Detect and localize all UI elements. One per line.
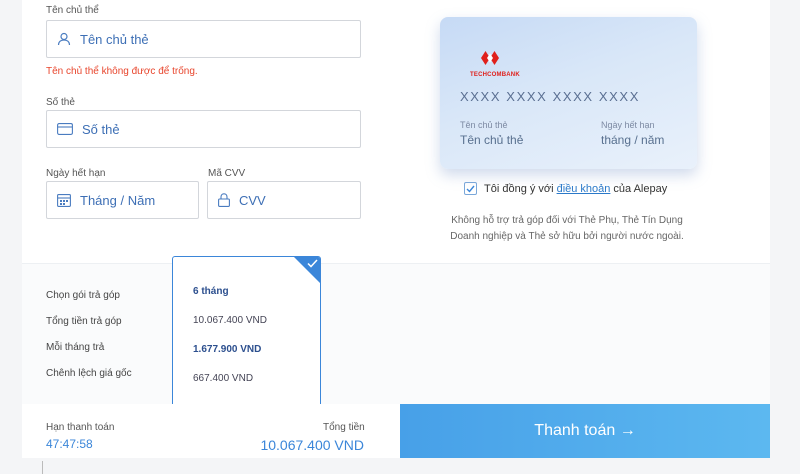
card-expiry-caption: Ngày hết hạn <box>601 120 655 130</box>
deadline-countdown: 47:47:58 <box>46 437 93 451</box>
card-number-placeholder: Số thẻ <box>82 121 120 137</box>
selected-check-icon <box>307 259 318 268</box>
card-expiry-value: tháng / năm <box>601 133 665 147</box>
bank-logo-icon <box>481 51 499 65</box>
bank-name: TECHCOMBANK <box>470 72 520 78</box>
cvv-placeholder: CVV <box>239 192 266 208</box>
installment-label-plan: Chọn gói trả góp <box>46 290 120 301</box>
expiry-input[interactable]: Tháng / Năm <box>46 181 199 219</box>
installment-section <box>22 264 770 404</box>
plan-difference: 667.400 VND <box>193 373 254 384</box>
cvv-input[interactable]: CVV <box>207 181 361 219</box>
installment-plan-6-months[interactable]: 6 tháng 10.067.400 VND 1.677.900 VND 667… <box>172 256 321 410</box>
lock-icon <box>218 193 230 207</box>
payment-panel: Tên chủ thể Tên chủ thẻ Tên chủ thể khôn… <box>22 0 770 458</box>
card-number-label: Số thẻ <box>46 97 75 108</box>
agreement-row: Tôi đồng ý với điều khoản của Alepay <box>464 182 667 195</box>
agreement-suffix: của Alepay <box>613 182 668 195</box>
card-number-display: XXXX XXXX XXXX XXXX <box>460 89 640 104</box>
card-holder-caption: Tên chủ thẻ <box>460 120 508 130</box>
calendar-icon <box>57 194 71 207</box>
user-icon <box>57 32 71 46</box>
card-holder-value: Tên chủ thẻ <box>460 133 524 147</box>
card-preview: TECHCOMBANK XXXX XXXX XXXX XXXX Tên chủ … <box>440 17 697 169</box>
holder-error: Tên chủ thể không được để trống. <box>46 66 198 77</box>
holder-placeholder: Tên chủ thẻ <box>80 31 149 47</box>
installment-label-difference: Chênh lệch giá gốc <box>46 368 132 379</box>
holder-label: Tên chủ thể <box>46 5 99 16</box>
terms-link[interactable]: điều khoản <box>557 183 611 195</box>
page-edge-marker <box>42 461 43 474</box>
expiry-placeholder: Tháng / Năm <box>80 192 156 208</box>
techcombank-logo: TECHCOMBANK <box>470 51 520 78</box>
expiry-label: Ngày hết hạn <box>46 168 106 179</box>
agreement-prefix: Tôi đồng ý với <box>484 182 554 195</box>
installment-label-monthly: Mỗi tháng trả <box>46 342 105 353</box>
agreement-checkbox[interactable] <box>464 182 477 195</box>
holder-input[interactable]: Tên chủ thẻ <box>46 20 361 58</box>
installment-label-total: Tổng tiền trả góp <box>46 316 122 327</box>
cvv-label: Mã CVV <box>208 168 246 179</box>
check-icon <box>466 185 475 193</box>
total-label: Tổng tiền <box>323 422 365 433</box>
plan-monthly: 1.677.900 VND <box>193 344 262 355</box>
credit-card-icon <box>57 123 73 135</box>
plan-total: 10.067.400 VND <box>193 315 267 326</box>
card-number-input[interactable]: Số thẻ <box>46 110 361 148</box>
plan-term: 6 tháng <box>193 286 229 297</box>
installment-note: Không hỗ trợ trả góp đối với Thẻ Phụ, Th… <box>450 215 684 242</box>
total-amount: 10.067.400 VND <box>260 437 364 453</box>
pay-button[interactable]: Thanh toán → <box>400 404 770 458</box>
deadline-label: Hạn thanh toán <box>46 422 115 433</box>
